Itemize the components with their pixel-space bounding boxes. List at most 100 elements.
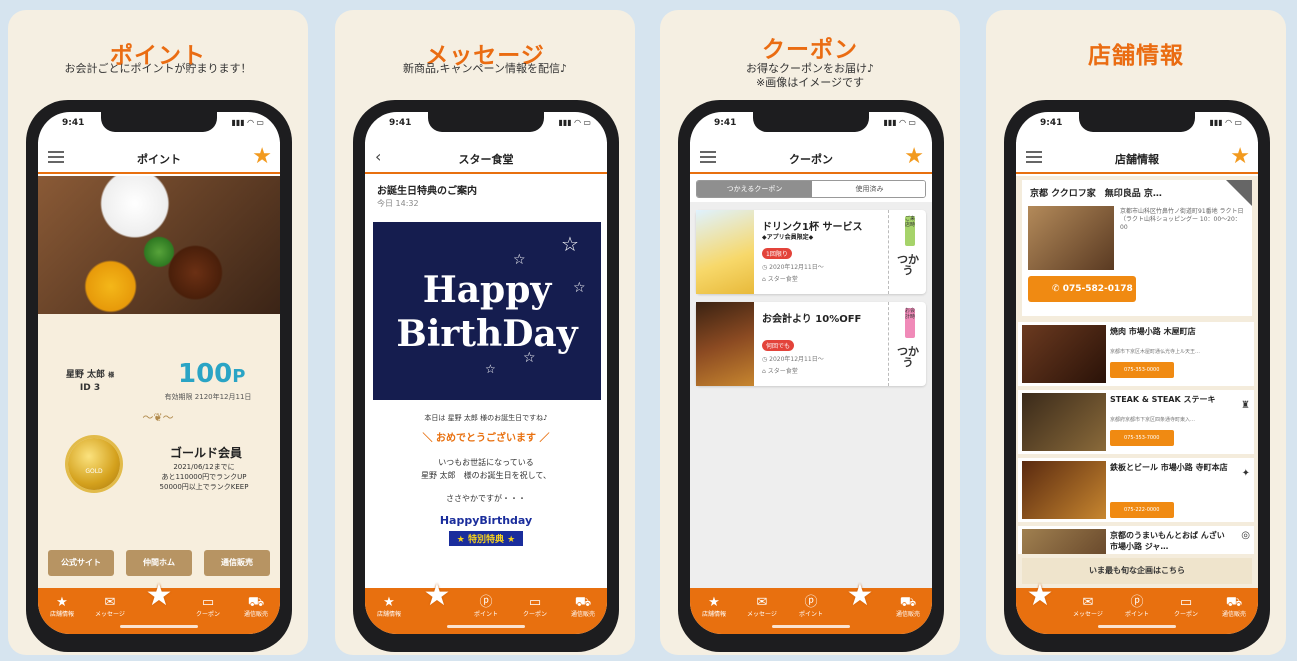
notch <box>101 112 217 132</box>
shop-icon: ★ <box>56 595 68 610</box>
tab-points[interactable]: ⓟ ポイント <box>1113 596 1161 620</box>
points-expiry: 有効期限 2120年12月11日 <box>164 393 252 401</box>
tab-shop-info[interactable]: ★ 店舗情報 <box>690 596 738 620</box>
tab-shop-info[interactable]: ★ 店舗情報 <box>38 596 86 620</box>
card-subtitle: お会計ごとにポイントが貯まります！ <box>64 62 252 75</box>
coupon-date: ◷ 2020年12月11日～ <box>762 264 824 271</box>
shop-row[interactable]: STEAK & STEAK ステーキ 京都府京都市下京区四条通寺町東入… 075… <box>1018 390 1254 454</box>
nav-title: 店舗情報 <box>1115 153 1159 166</box>
online-shop-button[interactable]: 通信販売 <box>204 550 270 576</box>
tab-shop-info[interactable]: ★ <box>1016 581 1064 611</box>
tab-label: ポイント <box>798 611 823 618</box>
tab-label: ポイント <box>473 611 498 618</box>
user-info: 星野 太郎 様 ID 3 <box>60 369 120 394</box>
use-coupon-button[interactable]: つかう <box>897 346 919 368</box>
shop-row[interactable]: 焼肉 市場小路 木屋町店 京都市下京区木屋町通仏光寺上ル天王… 075-353-… <box>1018 322 1254 386</box>
shop-row[interactable]: 鉄板とビール 市場小路 寺町本店 075-222-0000 ✦ <box>1018 458 1254 522</box>
segment-used[interactable]: 使用済み <box>812 181 925 197</box>
star-active-icon: ★ <box>145 578 173 613</box>
call-button[interactable]: 075-353-0000 <box>1110 362 1174 378</box>
status-time: 9:41 <box>1040 118 1063 128</box>
notch <box>1079 112 1195 132</box>
friends-button[interactable]: 仲間ホム <box>126 550 192 576</box>
special-bonus-label: ★ 特別特典 ★ <box>448 531 524 546</box>
phone-screen: 9:41 ▮▮▮ ◠ ▭ ポイント ★ 星野 太郎 様 ID 3 100P 有効期限… <box>38 112 280 634</box>
star-icon[interactable]: ★ <box>1230 144 1250 169</box>
tab-online-shop[interactable]: ⛟ 通信販売 <box>232 596 280 620</box>
tab-points[interactable]: ★ <box>135 581 183 611</box>
tab-coupon[interactable]: ▭ クーポン <box>184 596 232 620</box>
phone-frame: 9:41 ▮▮▮ ◠ ▭ 店舗情報 ★ 京都 ククロフ家 無印良品 京… 京都市山… <box>1004 100 1270 652</box>
shop-row[interactable]: 京都のうまいもんとおば んざい 市場小路 ジャ… ◎ <box>1018 526 1254 554</box>
mail-icon: ✉ <box>1082 595 1094 610</box>
rank-info-line: あと110000円でランクUP <box>161 473 247 481</box>
message-line: ささやかですが・・・ <box>446 494 526 503</box>
tab-message[interactable]: ✉ メッセージ <box>1064 596 1112 620</box>
notch <box>428 112 544 132</box>
call-button[interactable]: 075-222-0000 <box>1110 502 1174 518</box>
coupon-date-text: 2020年12月11日～ <box>769 356 824 363</box>
message-line-b: 星野 太郎 様のお誕生日を祝して、 <box>421 471 551 480</box>
tab-points[interactable]: ⓟ ポイント <box>462 596 510 620</box>
call-button[interactable]: 075-353-7000 <box>1110 430 1174 446</box>
tab-label: 通信販売 <box>570 611 595 618</box>
coupon-timing-tag: お会計時 <box>905 308 915 338</box>
tab-online-shop[interactable]: ⛟ 通信販売 <box>559 596 607 620</box>
featured-campaign-banner[interactable]: いま最も旬な企画はこちら <box>1022 558 1252 584</box>
shop-photo <box>1022 529 1106 554</box>
home-indicator <box>772 625 850 628</box>
points-panel: 星野 太郎 様 ID 3 100P 有効期限 2120年12月11日 ～❦～ GO… <box>38 314 280 588</box>
card-text-happy: Happy <box>422 269 552 311</box>
coupon-segment-control: つかえるクーポン 使用済み <box>696 180 926 198</box>
tab-label: 店舗情報 <box>49 611 74 618</box>
status-time: 9:41 <box>389 118 412 128</box>
tab-online-shop[interactable]: ⛟ 通信販売 <box>1210 596 1258 620</box>
tab-message[interactable]: ★ <box>413 581 461 611</box>
tab-online-shop[interactable]: ⛟ 通信販売 <box>884 596 932 620</box>
coupon-card[interactable]: お会計より 10%OFF 何回でも ◷ 2020年12月11日～ ⌂ スター食堂… <box>696 302 926 386</box>
coupon-use-area[interactable]: ご来店時 つかう <box>888 210 926 294</box>
use-coupon-button[interactable]: つかう <box>897 254 919 276</box>
call-button[interactable]: ✆ 075-582-0178 <box>1028 276 1136 302</box>
signal-icon: ▮▮▮ ◠ ▭ <box>1209 118 1243 127</box>
coupon-title: ドリンク1杯 サービス <box>762 222 863 233</box>
star-icon[interactable]: ★ <box>252 144 272 169</box>
tab-coupon[interactable]: ▭ クーポン <box>1162 596 1210 620</box>
coupon-card[interactable]: ドリンク1杯 サービス ◆アプリ会員限定◆ 1回限り ◷ 2020年12月11日… <box>696 210 926 294</box>
tab-message[interactable]: ✉ メッセージ <box>86 596 134 620</box>
tab-bar: ★ 店舗情報 ✉ メッセージ ★ ▭ クーポン ⛟ 通信販売 <box>38 581 280 634</box>
status-time: 9:41 <box>62 118 85 128</box>
tab-label: 通信販売 <box>1221 611 1246 618</box>
nav-bar: ‹ スター食堂 <box>365 142 607 174</box>
tab-points[interactable]: ⓟ ポイント <box>787 596 835 620</box>
shop-icon: ★ <box>383 595 395 610</box>
coupon-use-area[interactable]: お会計時 つかう <box>888 302 926 386</box>
shop-icon: ★ <box>708 595 720 610</box>
tab-shop-info[interactable]: ★ 店舗情報 <box>365 596 413 620</box>
cart-icon: ⛟ <box>574 595 592 610</box>
message-title: お誕生日特典のご案内 <box>377 186 477 197</box>
user-id: ID 3 <box>79 383 101 393</box>
tab-label: ポイント <box>1124 611 1149 618</box>
shop-name: 京都のうまいもんとおば んざい 市場小路 ジャ… <box>1110 531 1225 551</box>
phone-icon: ✆ <box>1052 284 1063 294</box>
official-site-button[interactable]: 公式サイト <box>48 550 114 576</box>
message-body: 本日は 星野 太郎 様のお誕生日ですね♪ ＼ おめでとうございます ／ いつもお… <box>365 412 607 546</box>
tab-message[interactable]: ✉ メッセージ <box>738 596 786 620</box>
cart-icon: ⛟ <box>247 595 265 610</box>
star-icon[interactable]: ★ <box>904 144 924 169</box>
message-time: 今日 14:32 <box>377 199 419 208</box>
mail-icon: ✉ <box>104 595 116 610</box>
shop-address: 京都市下京区木屋町通仏光寺上ル天王… <box>1110 349 1201 355</box>
cart-icon: ⛟ <box>1225 595 1243 610</box>
phone-frame: 9:41 ▮▮▮ ◠ ▭ ポイント ★ 星野 太郎 様 ID 3 100P 有効期限… <box>26 100 292 652</box>
tab-coupon[interactable]: ▭ クーポン <box>511 596 559 620</box>
segment-available[interactable]: つかえるクーポン <box>697 181 812 197</box>
shop-name: 京都 ククロフ家 無印良品 京… <box>1030 189 1162 199</box>
tab-coupon[interactable]: ★ <box>836 581 884 611</box>
signal-icon: ▮▮▮ ◠ ▭ <box>883 118 917 127</box>
phone-frame: 9:41 ▮▮▮ ◠ ▭ クーポン ★ つかえるクーポン 使用済み ドリンク1杯 … <box>678 100 944 652</box>
featured-shop[interactable]: 京都 ククロフ家 無印良品 京… 京都市山科区竹鼻竹ノ街道町91番地 ラクト日（… <box>1022 180 1252 316</box>
rank-info-line: 2021/06/12までに <box>173 463 235 471</box>
ornament-divider: ～❦～ <box>142 411 174 424</box>
